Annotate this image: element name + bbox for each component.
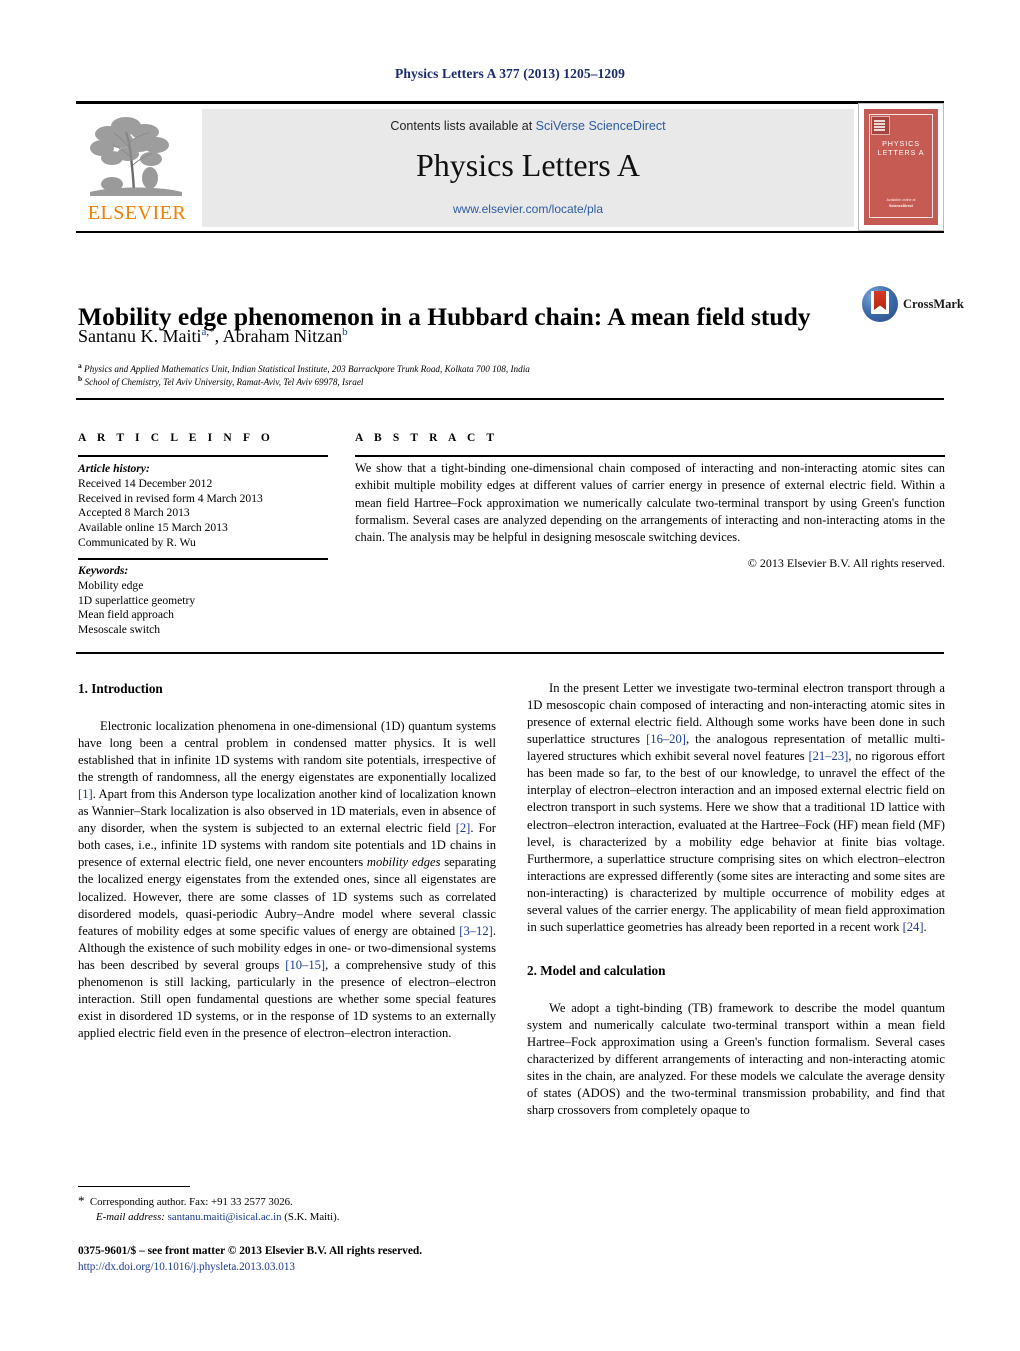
cover-background: PHYSICS LETTERS A Available online at Sc… [864, 109, 938, 225]
contents-available-line: Contents lists available at SciVerse Sci… [202, 119, 854, 133]
citation-24[interactable]: [24] [903, 920, 924, 934]
citation-10-15[interactable]: [10–15] [285, 958, 325, 972]
affiliation-a-text: Physics and Applied Mathematics Unit, In… [84, 364, 530, 375]
cover-journal-title: PHYSICS LETTERS A [877, 139, 925, 157]
article-info-rule [78, 455, 328, 457]
masthead-top-rule [76, 101, 944, 104]
masthead-bottom-rule [76, 231, 944, 233]
right-text-d: . [923, 919, 927, 934]
affiliation-b: b School of Chemistry, Tel Aviv Universi… [78, 374, 858, 387]
right-text-c: , no rigorous effort has been made so fa… [527, 749, 945, 934]
author-2-affiliation-marker: b [342, 326, 348, 338]
crossmark-circle-icon [862, 286, 898, 322]
keyword-item: Mesoscale switch [78, 623, 161, 637]
corresponding-author-text: Corresponding author. Fax: +91 33 2577 3… [89, 1196, 293, 1208]
affiliation-b-text: School of Chemistry, Tel Aviv University… [84, 377, 364, 388]
abstract-text: We show that a tight-binding one-dimensi… [355, 461, 945, 545]
intro-text-b: . Apart from this Anderson type localiza… [78, 787, 496, 836]
asterisk-icon: * [78, 1193, 85, 1208]
journal-article-page: Physics Letters A 377 (2013) 1205–1209 E… [0, 0, 1020, 1351]
keyword-item: Mobility edge [78, 578, 144, 592]
cover-footer-line1: Available online at [886, 198, 916, 203]
history-item-communicated: Communicated by R. Wu [78, 536, 196, 550]
body-column-left: 1. Introduction Electronic localization … [78, 680, 496, 1042]
author-1-name: Santanu K. Maiti [78, 326, 202, 346]
history-item-revised: Received in revised form 4 March 2013 [78, 491, 263, 505]
journal-masthead: ELSEVIER Contents lists available at Sci… [76, 101, 944, 233]
intro-emphasis-mobility-edges: mobility edges [366, 855, 441, 870]
citation-3-12[interactable]: [3–12] [459, 924, 493, 938]
affiliation-a: a Physics and Applied Mathematics Unit, … [78, 361, 858, 374]
doi-link[interactable]: http://dx.doi.org/10.1016/j.physleta.201… [78, 1261, 295, 1273]
footnote-block: * Corresponding author. Fax: +91 33 2577… [78, 1192, 498, 1225]
crossmark-badge[interactable]: CrossMark [862, 286, 964, 324]
journal-title: Physics Letters A [416, 147, 640, 183]
crossmark-bookmark-icon [871, 291, 889, 314]
journal-homepage-link[interactable]: www.elsevier.com/locate/pla [202, 202, 854, 216]
journal-cover-thumbnail[interactable]: PHYSICS LETTERS A Available online at Sc… [858, 103, 944, 231]
affiliation-a-marker: a [78, 361, 82, 370]
abstract-band-bottom-rule [76, 652, 944, 654]
email-address-link[interactable]: santanu.maiti@isical.ac.in [168, 1211, 282, 1223]
author-list: Santanu K. Maitia,*, Abraham Nitzanb [78, 326, 838, 347]
cover-footer: Available online at ScienceDirect [864, 198, 938, 209]
keyword-item: 1D superlattice geometry [78, 593, 196, 607]
author-2-name: , Abraham Nitzan [214, 326, 343, 346]
contents-prefix: Contents lists available at [390, 119, 536, 133]
article-info-heading: A R T I C L E I N F O [78, 432, 274, 444]
history-item-received: Received 14 December 2012 [78, 476, 213, 490]
intro-text-a: Electronic localization phenomena in one… [78, 718, 496, 785]
citation-2[interactable]: [2] [456, 821, 471, 835]
corresponding-author-marker: ,* [206, 326, 215, 338]
section-heading-model: 2. Model and calculation [527, 962, 666, 978]
article-history-block: Article history: Received 14 December 20… [78, 462, 328, 551]
elsevier-tree-icon [82, 112, 192, 198]
cover-footer-line2: ScienceDirect [889, 203, 913, 208]
history-item-online: Available online 15 March 2013 [78, 521, 228, 535]
keyword-item: Mean field approach [78, 608, 174, 622]
paragraph-model: We adopt a tight-binding (TB) framework … [527, 1000, 945, 1118]
section-heading-introduction: 1. Introduction [78, 681, 163, 696]
sciencedirect-link[interactable]: SciVerse ScienceDirect [536, 119, 666, 133]
affiliation-b-marker: b [78, 374, 83, 383]
crossmark-label: CrossMark [903, 297, 964, 311]
issn-frontmatter-line: 0375-9601/$ – see front matter © 2013 El… [78, 1245, 423, 1257]
email-address-label: E-mail address: [96, 1210, 165, 1223]
abstract-heading: A B S T R A C T [355, 432, 499, 444]
abstract-copyright: © 2013 Elsevier B.V. All rights reserved… [747, 556, 945, 570]
keywords-rule [78, 558, 328, 560]
running-head: Physics Letters A 377 (2013) 1205–1209 [395, 66, 625, 81]
keywords-block: Keywords: Mobility edge 1D superlattice … [78, 564, 328, 638]
footnote-rule [78, 1186, 190, 1187]
masthead-panel: Contents lists available at SciVerse Sci… [202, 109, 854, 227]
corresponding-author-line: * Corresponding author. Fax: +91 33 2577… [78, 1192, 498, 1210]
elsevier-wordmark: ELSEVIER [87, 202, 187, 224]
paragraph-present-letter: In the present Letter we investigate two… [527, 680, 945, 936]
article-history-label: Article history: [78, 462, 150, 475]
body-column-right: In the present Letter we investigate two… [527, 680, 945, 1119]
keywords-label: Keywords: [78, 564, 129, 577]
email-owner: (S.K. Maiti). [284, 1210, 340, 1223]
citation-1[interactable]: [1] [78, 787, 93, 801]
abstract-rule [355, 455, 945, 457]
paragraph-introduction: Electronic localization phenomena in one… [78, 718, 496, 1042]
citation-21-23[interactable]: [21–23] [808, 749, 848, 763]
email-line: E-mail address: santanu.maiti@isical.ac.… [78, 1210, 498, 1225]
cover-corner-icon [871, 116, 890, 135]
history-item-accepted: Accepted 8 March 2013 [78, 506, 190, 520]
abstract-band-top-rule [76, 398, 944, 400]
elsevier-logo: ELSEVIER [76, 110, 198, 230]
citation-16-20[interactable]: [16–20] [646, 732, 686, 746]
